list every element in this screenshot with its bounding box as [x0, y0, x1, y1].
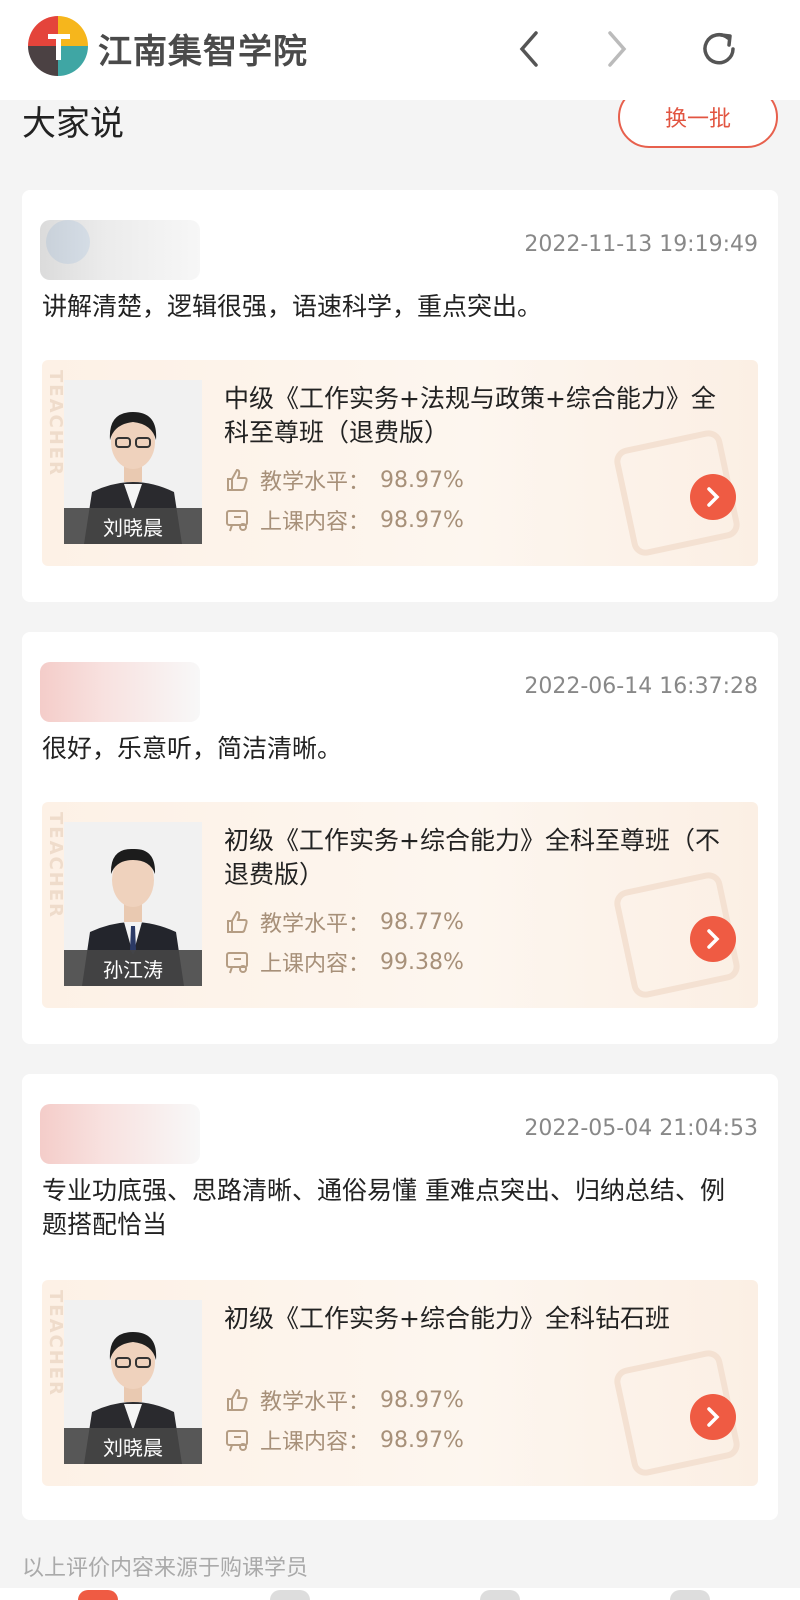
teaching-level-label: 教学水平：	[260, 912, 371, 937]
course-tab-icon[interactable]	[270, 1590, 310, 1600]
brand-logo-icon	[28, 16, 88, 76]
content-stat: 上课内容： 99.38%	[224, 946, 464, 978]
discover-tab-icon[interactable]	[480, 1590, 520, 1600]
go-course-button[interactable]	[690, 916, 736, 962]
course-card[interactable]: TEACHER 孙江涛 初级《工作实务+综合能力》全科至尊班（不退费版） 教学水…	[42, 802, 758, 1008]
teaching-level-value: 98.97%	[380, 467, 464, 493]
content-label: 上课内容：	[260, 1430, 371, 1455]
teaching-level-label: 教学水平：	[260, 470, 371, 495]
home-tab-icon[interactable]	[78, 1590, 118, 1600]
teacher-watermark: TEACHER	[45, 370, 66, 477]
teaching-level-stat: 教学水平： 98.97%	[224, 1384, 464, 1416]
profile-tab-icon[interactable]	[670, 1590, 710, 1600]
teacher-photo: 刘晓晨	[64, 1300, 202, 1464]
review-card: 2022-06-14 16:37:28 很好，乐意听，简洁清晰。 TEACHER…	[22, 632, 778, 1044]
reviewer-name-blurred	[40, 220, 200, 280]
review-time: 2022-05-04 21:04:53	[524, 1116, 758, 1141]
go-course-button[interactable]	[690, 1394, 736, 1440]
brand-name: 江南集智学院	[98, 32, 308, 72]
refresh-icon[interactable]	[694, 24, 744, 74]
course-title: 初级《工作实务+综合能力》全科钻石班	[224, 1304, 670, 1333]
teaching-level-value: 98.77%	[380, 909, 464, 935]
course-card[interactable]: TEACHER 刘晓晨 初级《工作实务+综合能力》全科钻石班 教学水平： 98.…	[42, 1280, 758, 1486]
review-comment: 讲解清楚，逻辑很强，语速科学，重点突出。	[42, 292, 543, 321]
lecture-icon	[226, 952, 248, 974]
review-card: 2022-05-04 21:04:53 专业功底强、思路清晰、通俗易懂 重难点突…	[22, 1074, 778, 1520]
content-label: 上课内容：	[260, 952, 371, 977]
review-time: 2022-06-14 16:37:28	[524, 674, 758, 699]
teacher-photo: 孙江涛	[64, 822, 202, 986]
review-card: 2022-11-13 19:19:49 讲解清楚，逻辑很强，语速科学，重点突出。…	[22, 190, 778, 602]
chevron-right-icon	[707, 1407, 720, 1427]
footer-note: 以上评价内容来源于购课学员	[22, 1556, 309, 1581]
teacher-name: 刘晓晨	[64, 1428, 202, 1464]
chevron-right-icon	[707, 929, 720, 949]
thumbs-up-icon	[227, 1388, 248, 1411]
teacher-watermark: TEACHER	[45, 1290, 66, 1397]
go-course-button[interactable]	[690, 474, 736, 520]
thumbs-up-icon	[227, 910, 248, 933]
content-value: 99.38%	[380, 949, 464, 975]
teaching-level-stat: 教学水平： 98.77%	[224, 906, 464, 938]
thumbs-up-icon	[227, 468, 248, 491]
content-label: 上课内容：	[260, 510, 371, 535]
content-stat: 上课内容： 98.97%	[224, 504, 464, 536]
teaching-level-label: 教学水平：	[260, 1390, 371, 1415]
course-card[interactable]: TEACHER 刘晓晨 中级《工作实务+法规与政策+综合能力》全科至尊班（退费版…	[42, 360, 758, 566]
content-value: 98.97%	[380, 1427, 464, 1453]
review-comment: 很好，乐意听，简洁清晰。	[42, 734, 343, 763]
teacher-name: 刘晓晨	[64, 508, 202, 544]
forward-icon[interactable]	[592, 24, 642, 74]
content-stat: 上课内容： 98.97%	[224, 1424, 464, 1456]
reviewer-name-blurred	[40, 1104, 200, 1164]
back-icon[interactable]	[504, 24, 554, 74]
reviewer-name-blurred	[40, 662, 200, 722]
teacher-watermark: TEACHER	[45, 812, 66, 919]
chevron-right-icon	[707, 487, 720, 507]
teaching-level-value: 98.97%	[380, 1387, 464, 1413]
review-time: 2022-11-13 19:19:49	[524, 232, 758, 257]
review-comment: 专业功底强、思路清晰、通俗易懂 重难点突出、归纳总结、例题搭配恰当	[42, 1176, 725, 1239]
lecture-icon	[226, 510, 248, 532]
teaching-level-stat: 教学水平： 98.97%	[224, 464, 464, 496]
app-header: 江南集智学院	[0, 0, 800, 100]
teacher-photo: 刘晓晨	[64, 380, 202, 544]
course-title: 初级《工作实务+综合能力》全科至尊班（不退费版）	[224, 826, 720, 889]
content-value: 98.97%	[380, 507, 464, 533]
course-title: 中级《工作实务+法规与政策+综合能力》全科至尊班（退费版）	[224, 384, 716, 447]
lecture-icon	[226, 1430, 248, 1452]
section-title: 大家说	[22, 104, 124, 144]
teacher-name: 孙江涛	[64, 950, 202, 986]
